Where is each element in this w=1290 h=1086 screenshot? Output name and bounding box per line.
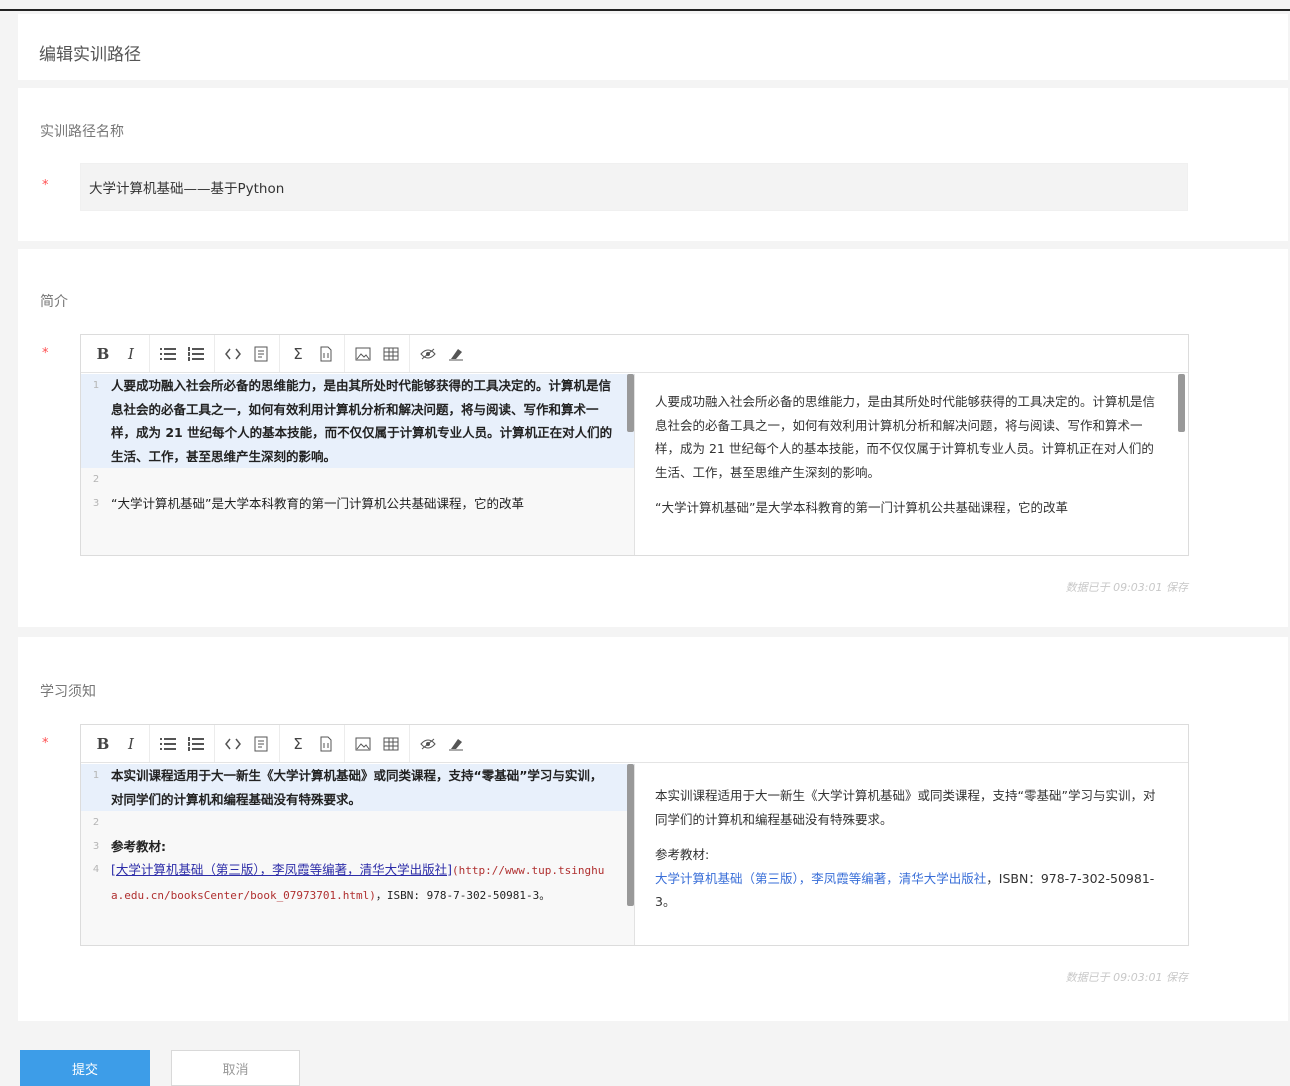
markdown-text: ，ISBN: 978-7-302-50981-3。 (375, 888, 551, 902)
preview-eye-icon[interactable] (414, 730, 442, 758)
top-divider (0, 9, 1290, 11)
submit-button[interactable]: 提交 (20, 1050, 150, 1086)
code-icon[interactable] (219, 340, 247, 368)
preview-paragraph: 人要成功融入社会所必备的思维能力，是由其所处时代能够获得的工具决定的。计算机是信… (655, 394, 1156, 480)
code-icon[interactable] (219, 730, 247, 758)
editor-toolbar: B I Σ (81, 725, 1188, 763)
scrollbar[interactable] (627, 374, 634, 432)
intro-editor: B I Σ 1 人要成功融入社会所必备的思维能力，是由其所处时代能够获得的工具决定… (80, 334, 1189, 556)
scrollbar[interactable] (627, 764, 634, 906)
markdown-source-pane[interactable]: 1 本实训课程适用于大一新生《大学计算机基础》或同类课程，支持“零基础”学习与实… (81, 764, 635, 945)
preview-eye-icon[interactable] (414, 340, 442, 368)
attachment-icon[interactable] (312, 730, 340, 758)
name-section: 实训路径名称 * (18, 88, 1288, 241)
preview-paragraph: “大学计算机基础”是大学本科教育的第一门计算机公共基础课程，它的改革 (655, 500, 1068, 515)
required-mark: * (42, 736, 49, 751)
required-mark: * (42, 346, 49, 361)
table-icon[interactable] (377, 340, 405, 368)
ordered-list-icon[interactable] (182, 340, 210, 368)
code-block-icon[interactable] (247, 730, 275, 758)
markdown-source-pane[interactable]: 1 人要成功融入社会所必备的思维能力，是由其所处时代能够获得的工具决定的。计算机是… (81, 374, 635, 555)
notice-editor: B I Σ 1 本实训课程适用于大一新生《大学计算机基础》或同类课程，支持“零基… (80, 724, 1189, 946)
unordered-list-icon[interactable] (154, 340, 182, 368)
cancel-button[interactable]: 取消 (171, 1050, 300, 1086)
table-icon[interactable] (377, 730, 405, 758)
code-line: 3 参考教材: (92, 838, 166, 854)
italic-button[interactable]: I (117, 730, 145, 758)
bold-button[interactable]: B (89, 340, 117, 368)
page-header: 编辑实训路径 (18, 14, 1288, 80)
formula-icon[interactable]: Σ (284, 730, 312, 758)
code-line: 2 (92, 474, 100, 485)
markdown-link-text: [大学计算机基础（第三版），李凤霞等编著，清华大学出版社] (111, 862, 453, 877)
italic-button[interactable]: I (117, 340, 145, 368)
scrollbar[interactable] (1178, 374, 1185, 432)
intro-label: 简介 (40, 294, 68, 310)
attachment-icon[interactable] (312, 340, 340, 368)
path-name-input[interactable] (80, 163, 1188, 211)
page-title: 编辑实训路径 (39, 45, 141, 65)
save-status: 数据已于 09:03:01 保存 (1065, 971, 1188, 984)
code-line: 2 (92, 817, 100, 828)
name-label: 实训路径名称 (40, 124, 124, 140)
notice-section: 学习须知 * B I Σ 1 本实训课程适用于大一新生《大学计算机基础》或同类课… (18, 637, 1288, 1021)
preview-paragraph: 本实训课程适用于大一新生《大学计算机基础》或同类课程，支持“零基础”学习与实训，… (655, 788, 1156, 827)
ordered-list-icon[interactable] (182, 730, 210, 758)
image-icon[interactable] (349, 340, 377, 368)
required-mark: * (42, 178, 49, 193)
bold-button[interactable]: B (89, 730, 117, 758)
code-line: 1 人要成功融入社会所必备的思维能力，是由其所处时代能够获得的工具决定的。计算机是… (81, 374, 634, 468)
unordered-list-icon[interactable] (154, 730, 182, 758)
code-line: 4 [大学计算机基础（第三版），李凤霞等编著，清华大学出版社](http://w… (92, 862, 605, 902)
image-icon[interactable] (349, 730, 377, 758)
editor-toolbar: B I Σ (81, 335, 1188, 373)
reference-link[interactable]: 大学计算机基础（第三版），李凤霞等编著，清华大学出版社 (655, 871, 986, 886)
markdown-preview-pane: 人要成功融入社会所必备的思维能力，是由其所处时代能够获得的工具决定的。计算机是信… (635, 374, 1188, 555)
eraser-icon[interactable] (442, 730, 470, 758)
notice-label: 学习须知 (40, 684, 96, 700)
preview-paragraph: 参考教材: (655, 847, 710, 862)
formula-icon[interactable]: Σ (284, 340, 312, 368)
code-line: 1 本实训课程适用于大一新生《大学计算机基础》或同类课程，支持“零基础”学习与实… (81, 764, 634, 811)
markdown-preview-pane: 本实训课程适用于大一新生《大学计算机基础》或同类课程，支持“零基础”学习与实训，… (635, 764, 1188, 945)
code-line: 3 “大学计算机基础”是大学本科教育的第一门计算机公共基础课程，它的改革 (92, 495, 524, 511)
code-block-icon[interactable] (247, 340, 275, 368)
save-status: 数据已于 09:03:01 保存 (1065, 581, 1188, 594)
intro-section: 简介 * B I Σ 1 人要成功融入社会所必备的思维能力，是由其所处时代能够获得… (18, 249, 1288, 627)
eraser-icon[interactable] (442, 340, 470, 368)
